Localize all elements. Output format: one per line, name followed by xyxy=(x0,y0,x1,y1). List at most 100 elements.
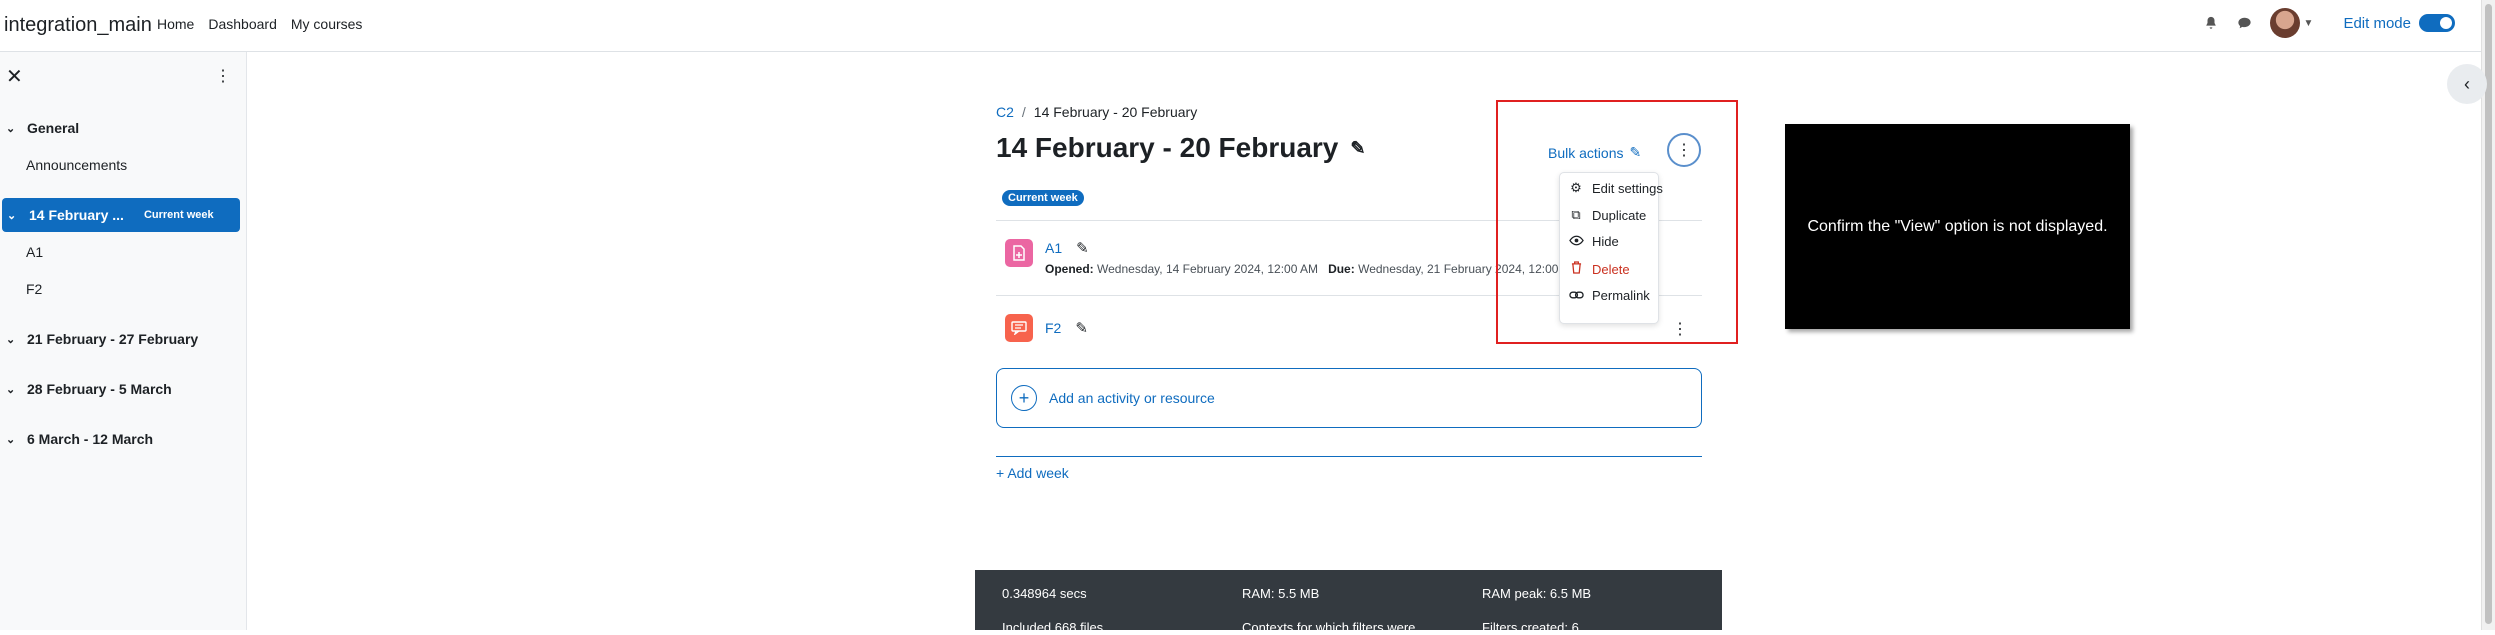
menu-item-hide[interactable]: Hide xyxy=(1568,234,1619,249)
sidebar-section-week-3[interactable]: ⌄ 21 February - 27 February xyxy=(0,331,198,347)
section-actions-menu: ⚙ Edit settings ⧉ Duplicate Hide Delete … xyxy=(1559,172,1663,324)
pencil-icon[interactable]: ✎ xyxy=(1075,319,1088,337)
chevron-down-icon[interactable]: ⌄ xyxy=(7,209,21,222)
pencil-icon[interactable]: ✎ xyxy=(1350,138,1365,159)
nav-dashboard[interactable]: Dashboard xyxy=(208,16,277,32)
breadcrumb-separator: / xyxy=(1021,104,1026,120)
breadcrumb: C2 / 14 February - 20 February xyxy=(996,104,1197,120)
perf-ram-peak: RAM peak: 6.5 MB xyxy=(1482,586,1592,601)
sidebar-item-f2[interactable]: F2 xyxy=(26,281,42,297)
activity-link[interactable]: A1 xyxy=(1045,240,1062,256)
opened-value: Wednesday, 14 February 2024, 12:00 AM xyxy=(1097,262,1319,276)
menu-item-label: Delete xyxy=(1592,261,1630,277)
activity-body: F2 ✎ xyxy=(1045,319,1088,337)
scrollbar-thumb[interactable] xyxy=(2485,4,2492,624)
avatar[interactable] xyxy=(2269,8,2300,38)
add-activity-button[interactable]: + Add an activity or resource xyxy=(996,368,1702,428)
primary-navigation: Home Dashboard My courses xyxy=(157,16,362,32)
course-index-menu-icon[interactable]: ⋮ xyxy=(215,66,231,86)
activity-link[interactable]: F2 xyxy=(1045,320,1061,336)
opened-label: Opened: xyxy=(1045,262,1094,276)
chevron-down-icon[interactable]: ▼ xyxy=(2304,18,2314,29)
open-block-drawer-button[interactable]: ‹ xyxy=(2447,64,2487,104)
nav-my-courses[interactable]: My courses xyxy=(291,16,363,32)
menu-item-label: Permalink xyxy=(1592,288,1650,303)
chevron-down-icon[interactable]: ⌄ xyxy=(6,433,20,446)
perf-time: 0.348964 secs xyxy=(1002,586,1087,601)
add-week-divider xyxy=(996,456,1702,457)
menu-item-label: Edit settings xyxy=(1592,180,1663,196)
current-week-badge: Current week xyxy=(1002,190,1084,206)
current-week-badge: Current week xyxy=(143,209,214,221)
sidebar-section-title: 21 February - 27 February xyxy=(27,331,199,347)
breadcrumb-course[interactable]: C2 xyxy=(996,104,1014,120)
chat-icon[interactable] xyxy=(2236,14,2254,32)
plus-icon: + xyxy=(1011,385,1037,411)
top-navbar: integration_main Home Dashboard My cours… xyxy=(0,0,2495,52)
page-title: 14 February - 20 February ✎ xyxy=(996,132,1365,164)
perf-contexts: Contexts for which filters were xyxy=(1242,620,1416,635)
link-icon xyxy=(1568,288,1584,303)
sidebar-section-title: 28 February - 5 March xyxy=(27,381,172,397)
sidebar-section-general[interactable]: ⌄ General xyxy=(0,120,79,136)
bulk-actions-label: Bulk actions xyxy=(1548,144,1624,161)
sidebar-section-title: 6 March - 12 March xyxy=(27,431,154,447)
sidebar-section-week-4[interactable]: ⌄ 28 February - 5 March xyxy=(0,381,172,397)
add-week-label: Add week xyxy=(1007,465,1069,481)
site-name[interactable]: integration_main xyxy=(4,14,152,37)
activity-a1: A1 ✎ Opened: Wednesday, 14 February 2024… xyxy=(1005,239,1569,276)
activity-body: A1 ✎ Opened: Wednesday, 14 February 2024… xyxy=(1045,239,1569,276)
pencil-icon[interactable]: ✎ xyxy=(1076,239,1089,257)
instruction-text: Confirm the "View" option is not display… xyxy=(1807,217,2108,235)
user-menu[interactable]: ▼ xyxy=(2269,8,2314,38)
activity-name-row: A1 ✎ xyxy=(1045,239,1569,257)
menu-item-duplicate[interactable]: ⧉ Duplicate xyxy=(1568,207,1646,223)
kebab-icon: ⋮ xyxy=(1676,142,1692,159)
sidebar-section-week-5[interactable]: ⌄ 6 March - 12 March xyxy=(0,431,153,447)
add-activity-label: Add an activity or resource xyxy=(1049,390,1215,406)
sidebar-section-title: 14 February ... xyxy=(29,207,124,223)
plus-icon: + xyxy=(996,465,1005,481)
perf-included-files: Included 668 files xyxy=(1002,620,1104,635)
close-icon[interactable]: ✕ xyxy=(6,64,23,89)
performance-footer: 0.348964 secs RAM: 5.5 MB RAM peak: 6.5 … xyxy=(975,570,1722,635)
sidebar-section-current-week[interactable]: ⌄ 14 February ... Current week xyxy=(2,198,240,232)
course-index-drawer: ✕ ⋮ ⌄ General Announcements ⌄ 14 Februar… xyxy=(0,52,247,630)
perf-filters: Filters created: 6 xyxy=(1482,620,1579,635)
chevron-down-icon[interactable]: ⌄ xyxy=(6,333,20,346)
sidebar-item-a1[interactable]: A1 xyxy=(26,244,43,260)
pencil-icon: ✎ xyxy=(1629,144,1642,160)
menu-item-edit-settings[interactable]: ⚙ Edit settings xyxy=(1568,180,1663,196)
sidebar-section-title: General xyxy=(27,120,80,136)
user-navigation: ▼ Edit mode xyxy=(2202,8,2455,38)
gear-icon: ⚙ xyxy=(1570,180,1582,195)
sidebar-item-announcements[interactable]: Announcements xyxy=(26,157,127,173)
due-label: Due: xyxy=(1328,262,1355,276)
chevron-down-icon[interactable]: ⌄ xyxy=(6,122,20,135)
edit-mode-toggle[interactable] xyxy=(2419,14,2455,32)
menu-item-label: Duplicate xyxy=(1592,207,1647,223)
perf-ram: RAM: 5.5 MB xyxy=(1242,586,1320,601)
add-week-link[interactable]: + Add week xyxy=(996,465,1069,481)
chevron-down-icon[interactable]: ⌄ xyxy=(6,383,20,396)
activity-dates: Opened: Wednesday, 14 February 2024, 12:… xyxy=(1045,262,1569,276)
forum-icon xyxy=(1005,314,1033,342)
eye-icon xyxy=(1568,234,1584,249)
activity-name-row: F2 ✎ xyxy=(1045,319,1088,337)
assignment-icon xyxy=(1005,239,1033,267)
nav-home[interactable]: Home xyxy=(157,16,194,32)
menu-item-label: Hide xyxy=(1592,234,1619,249)
bulk-actions-button[interactable]: Bulk actions ✎ xyxy=(1548,144,1641,161)
section-actions-button[interactable]: ⋮ xyxy=(1667,133,1701,167)
section-title: 14 February - 20 February xyxy=(996,132,1339,163)
instruction-overlay: Confirm the "View" option is not display… xyxy=(1785,124,2130,329)
breadcrumb-current: 14 February - 20 February xyxy=(1033,104,1198,120)
trash-icon xyxy=(1568,261,1584,277)
edit-mode-label: Edit mode xyxy=(2343,14,2411,32)
menu-item-delete[interactable]: Delete xyxy=(1568,261,1630,277)
copy-icon: ⧉ xyxy=(1571,207,1581,222)
activity-f2: F2 ✎ xyxy=(1005,314,1088,342)
bell-icon[interactable] xyxy=(2202,14,2220,32)
menu-item-permalink[interactable]: Permalink xyxy=(1568,288,1650,303)
chevron-left-icon: ‹ xyxy=(2464,73,2470,94)
